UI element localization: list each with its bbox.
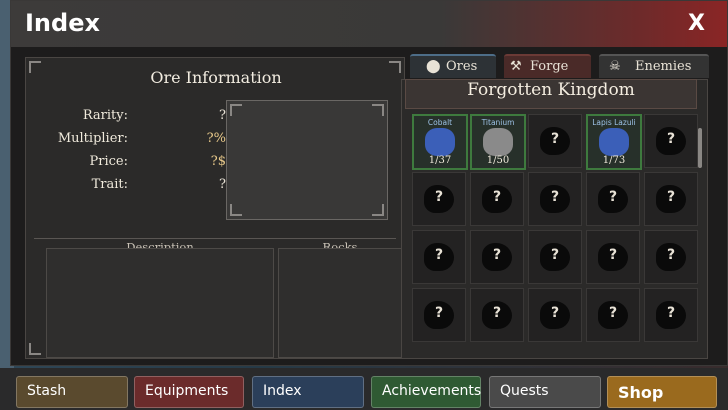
unknown-mark: ? xyxy=(550,305,560,321)
nav-button-label: Quests xyxy=(500,383,549,399)
ore-name: Titanium xyxy=(481,118,515,127)
unknown-mark: ? xyxy=(550,131,560,147)
tab-ores-label: Ores xyxy=(446,59,478,74)
region-title: Forgotten Kingdom xyxy=(405,79,697,109)
ore-slot[interactable]: ? xyxy=(586,172,640,226)
unknown-mark: ? xyxy=(492,189,502,205)
nav-button-label: Index xyxy=(263,383,302,399)
unknown-mark: ? xyxy=(608,305,618,321)
description-box xyxy=(46,248,274,358)
preview-corner xyxy=(372,104,384,116)
nav-button-shop[interactable]: Shop xyxy=(607,376,717,408)
skull-icon: ☠ xyxy=(609,59,621,74)
ore-icon: ⬤ xyxy=(426,59,441,74)
ore-slot[interactable]: ? xyxy=(528,114,582,168)
trait-label: Trait: xyxy=(91,177,128,192)
ore-slot[interactable]: ? xyxy=(412,230,466,284)
tab-forge-label: Forge xyxy=(530,59,569,74)
ore-slot[interactable]: ? xyxy=(644,114,698,168)
nav-button-label: Equipments xyxy=(145,383,229,399)
nav-button-index[interactable]: Index xyxy=(252,376,364,408)
ore-slot[interactable]: ? xyxy=(528,288,582,342)
section-divider xyxy=(34,238,396,239)
ore-slot[interactable]: ? xyxy=(412,172,466,226)
preview-corner xyxy=(372,204,384,216)
ore-slot[interactable]: ? xyxy=(644,172,698,226)
ore-count: 1/50 xyxy=(486,155,510,166)
rarity-row: Rarity: ? xyxy=(46,108,226,128)
trait-value: ? xyxy=(219,177,226,192)
ore-count: 1/73 xyxy=(602,155,626,166)
unknown-mark: ? xyxy=(434,305,444,321)
unknown-mark: ? xyxy=(492,305,502,321)
title-bar: Index X xyxy=(11,1,727,47)
window-title: Index xyxy=(25,9,100,37)
unknown-mark: ? xyxy=(434,189,444,205)
unknown-mark: ? xyxy=(608,189,618,205)
nav-button-label: Stash xyxy=(27,383,67,399)
unknown-mark: ? xyxy=(666,131,676,147)
nav-button-achievements[interactable]: Achievements xyxy=(371,376,481,408)
unknown-mark: ? xyxy=(492,247,502,263)
nav-button-equipments[interactable]: Equipments xyxy=(134,376,244,408)
rarity-value: ? xyxy=(219,108,226,123)
multiplier-label: Multiplier: xyxy=(57,131,128,146)
ore-information-panel: Ore Information Rarity: ? Multiplier: ?%… xyxy=(25,57,405,359)
ore-information-heading: Ore Information xyxy=(150,68,282,87)
unknown-mark: ? xyxy=(666,247,676,263)
ore-slot[interactable]: ? xyxy=(528,172,582,226)
tab-enemies[interactable]: ☠ Enemies xyxy=(599,54,709,78)
trait-row: Trait: ? xyxy=(46,177,226,197)
ore-slot[interactable]: ? xyxy=(586,288,640,342)
ore-slot[interactable]: ? xyxy=(528,230,582,284)
ore-slot[interactable]: Lapis Lazuli 1/73 xyxy=(586,114,642,170)
multiplier-row: Multiplier: ?% xyxy=(46,131,226,151)
ore-slot[interactable]: ? xyxy=(586,230,640,284)
ore-slot[interactable]: ? xyxy=(470,172,524,226)
rarity-label: Rarity: xyxy=(82,108,128,123)
nav-button-quests[interactable]: Quests xyxy=(489,376,601,408)
ore-slot[interactable]: ? xyxy=(412,288,466,342)
unknown-mark: ? xyxy=(666,189,676,205)
nav-button-label: Achievements xyxy=(382,383,482,399)
preview-corner xyxy=(230,104,242,116)
unknown-mark: ? xyxy=(550,247,560,263)
nav-button-stash[interactable]: Stash xyxy=(16,376,128,408)
ore-slot[interactable]: Cobalt 1/37 xyxy=(412,114,468,170)
unknown-mark: ? xyxy=(666,305,676,321)
tab-enemies-label: Enemies xyxy=(635,59,692,74)
ore-slot[interactable]: ? xyxy=(644,230,698,284)
unknown-mark: ? xyxy=(608,247,618,263)
ore-name: Cobalt xyxy=(427,118,453,127)
ore-icon xyxy=(599,128,629,156)
close-button[interactable]: X xyxy=(688,11,705,36)
ore-slot[interactable]: ? xyxy=(470,288,524,342)
ore-slot[interactable]: ? xyxy=(470,230,524,284)
ore-name: Lapis Lazuli xyxy=(592,118,636,127)
nav-button-label: Shop xyxy=(618,383,664,402)
ore-preview-frame xyxy=(226,100,388,220)
unknown-mark: ? xyxy=(550,189,560,205)
ore-count: 1/37 xyxy=(428,155,452,166)
panel-corner xyxy=(29,343,41,355)
rocks-box[interactable] xyxy=(278,248,402,358)
ore-icon xyxy=(425,128,455,156)
grid-scrollbar[interactable] xyxy=(698,128,702,168)
ore-slot[interactable]: Titanium 1/50 xyxy=(470,114,526,170)
unknown-mark: ? xyxy=(434,247,444,263)
tab-ores[interactable]: ⬤ Ores xyxy=(410,54,496,78)
price-value: ?$ xyxy=(210,154,226,169)
ore-grid: Cobalt 1/37 Titanium 1/50? Lapis Lazuli 1/73?… xyxy=(406,112,698,348)
hammer-icon: ⚒ xyxy=(510,59,522,74)
ore-icon xyxy=(483,128,513,156)
ore-slot[interactable]: ? xyxy=(644,288,698,342)
preview-corner xyxy=(230,204,242,216)
price-row: Price: ?$ xyxy=(46,154,226,174)
price-label: Price: xyxy=(89,154,128,169)
multiplier-value: ?% xyxy=(206,131,226,146)
tab-forge[interactable]: ⚒ Forge xyxy=(504,54,591,78)
